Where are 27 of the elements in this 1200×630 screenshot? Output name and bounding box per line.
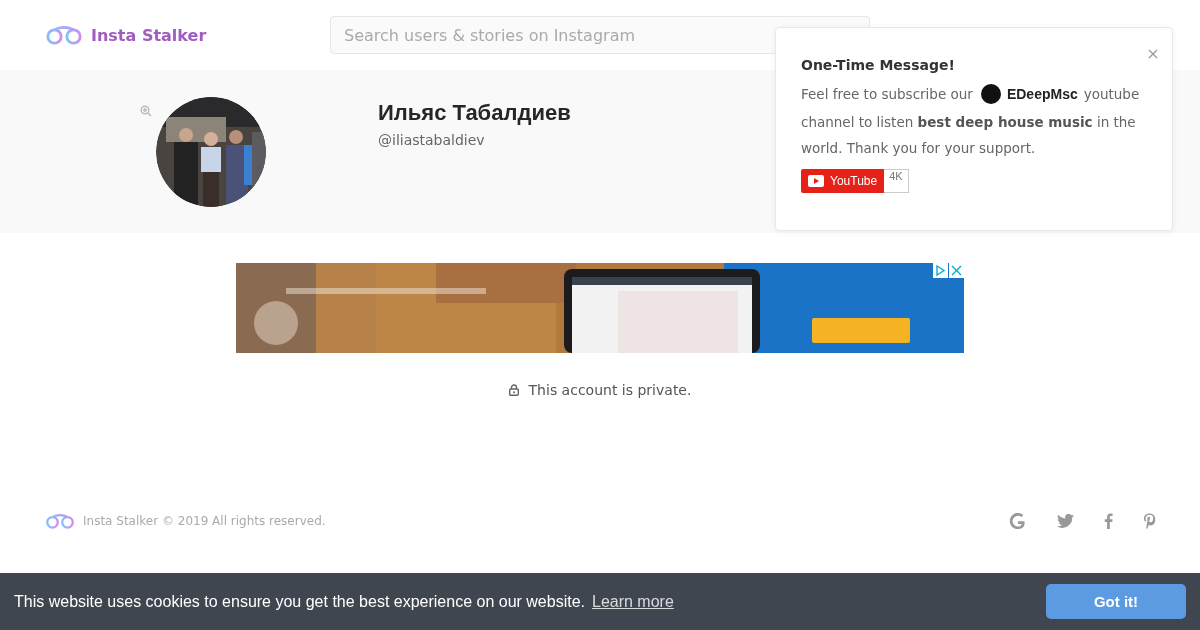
logo-icon	[45, 513, 75, 529]
play-icon	[808, 175, 824, 187]
learn-more-link[interactable]: Learn more	[592, 592, 674, 611]
popup-text: youtube	[1083, 86, 1140, 102]
twitter-icon[interactable]	[1057, 514, 1074, 528]
brand-name[interactable]: Insta Stalker	[91, 25, 207, 45]
zoom-icon[interactable]	[140, 105, 152, 117]
popup-title: One-Time Message!	[801, 57, 956, 73]
subscriber-count: 4K	[884, 169, 909, 193]
lock-icon	[508, 384, 519, 396]
facebook-icon[interactable]	[1104, 513, 1113, 529]
google-icon[interactable]	[1009, 512, 1027, 530]
channel-name[interactable]: EDeepMsc	[1006, 86, 1078, 102]
got-it-button[interactable]: Got it!	[1046, 584, 1186, 619]
cookie-message: This website uses cookies to ensure you get the best experience on our website.	[14, 592, 585, 611]
close-icon[interactable]	[1148, 49, 1158, 59]
ad-info-icon[interactable]	[933, 263, 948, 278]
pinterest-icon[interactable]	[1143, 512, 1156, 530]
profile-name: Ильяс Табалдиев	[378, 100, 571, 126]
copyright-text: Insta Stalker © 2019 All rights reserved.	[83, 514, 326, 528]
popup-text: channel to listen best deep house music in the world. Thank you for your support.	[801, 113, 1137, 158]
private-notice: This account is private.	[528, 382, 692, 398]
channel-logo-icon	[980, 84, 1001, 104]
youtube-subscribe-button[interactable]: YouTube	[801, 169, 885, 193]
popup-text: Feel free to subscribe our	[801, 86, 973, 102]
profile-username: @iliastabaldiev	[378, 132, 485, 148]
logo-icon	[45, 25, 83, 45]
